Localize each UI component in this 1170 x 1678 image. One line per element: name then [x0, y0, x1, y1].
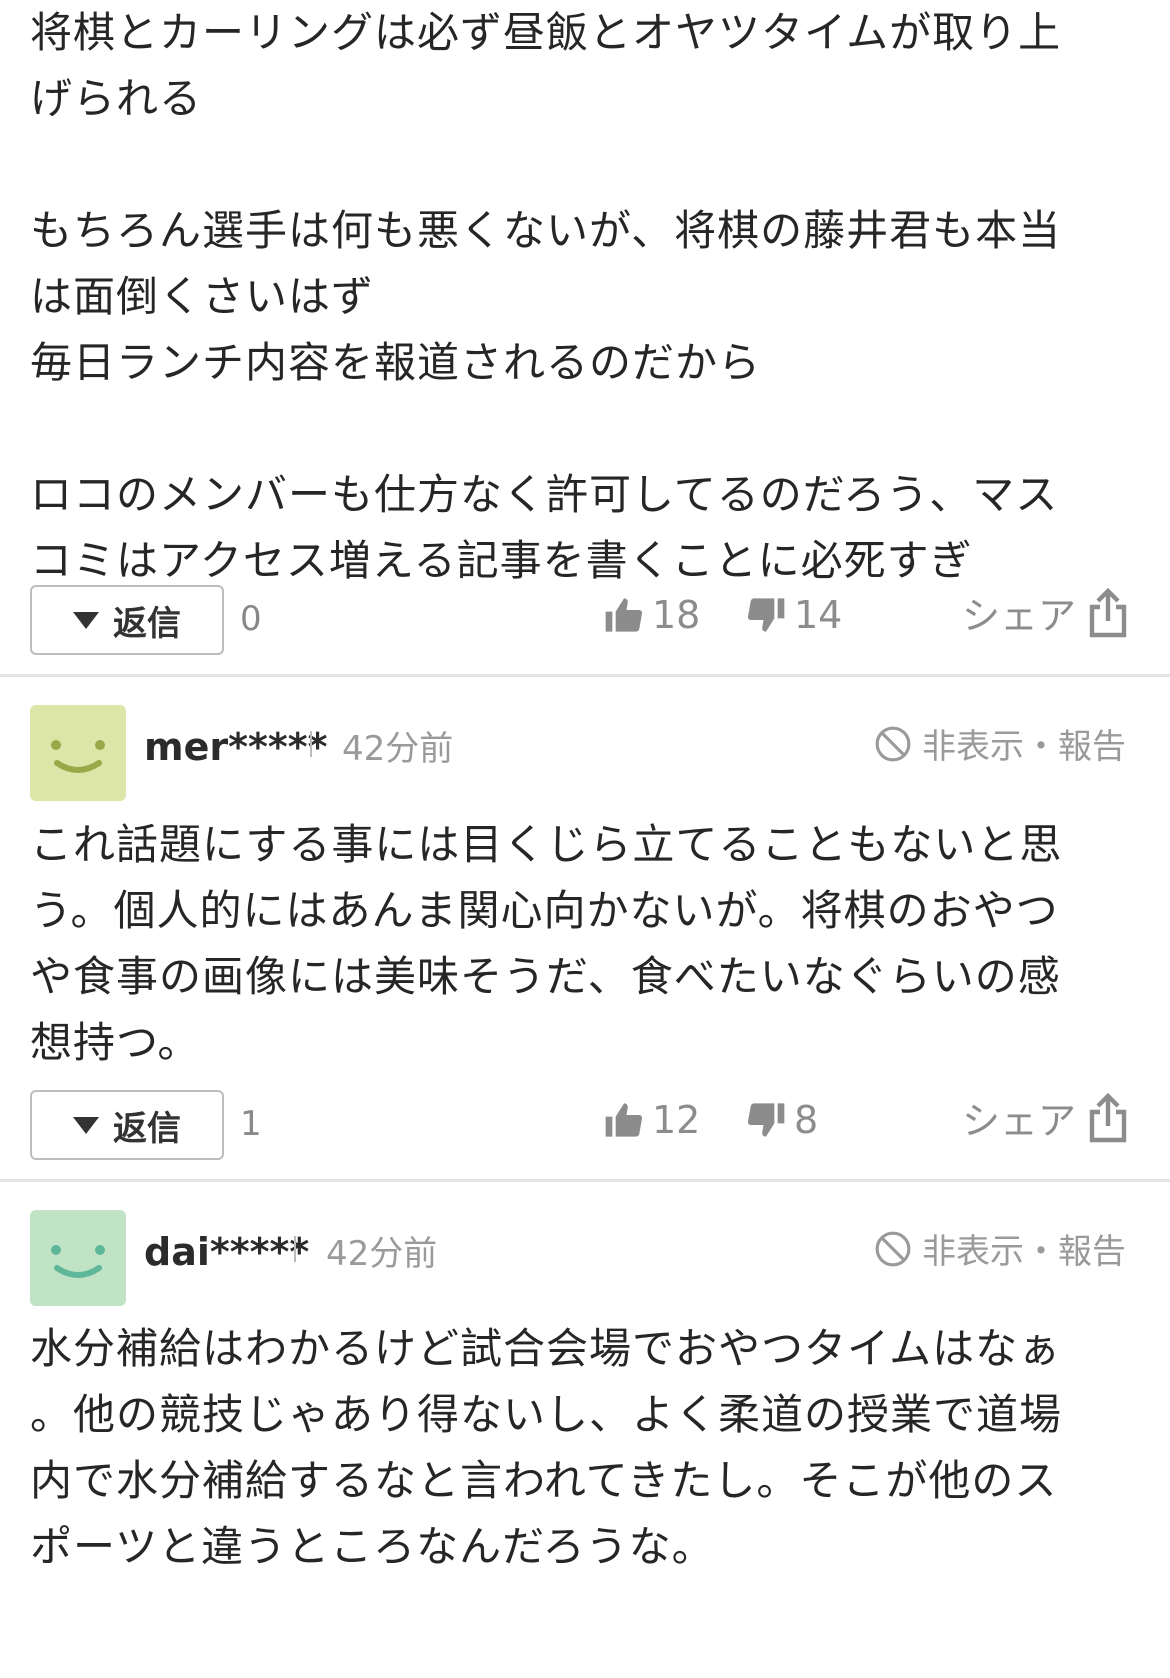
- hide-report-button[interactable]: 非表示・報告: [874, 1224, 1126, 1273]
- block-icon: [875, 726, 911, 761]
- comment-body: 水分補給はわかるけど試合会場でおやつタイムはなぁ 。他の競技じゃあり得ないし、よ…: [30, 1324, 1063, 1571]
- reply-count: 0: [240, 599, 262, 639]
- hide-report-label: 非表示・報告: [922, 727, 1126, 767]
- like-button[interactable]: 18: [604, 593, 700, 637]
- like-button[interactable]: 12: [604, 1098, 700, 1142]
- thumbs-down-icon: [747, 1103, 785, 1137]
- comment-body: 将棋とカーリングは必ず昼飯とオヤツタイムが取り上 げられる もちろん選手は何も悪…: [30, 8, 1062, 585]
- share-label: シェア: [961, 594, 1076, 638]
- separator: [310, 731, 312, 757]
- dislike-button[interactable]: 14: [746, 593, 842, 637]
- dislike-count: 8: [794, 1098, 819, 1142]
- hide-report-button[interactable]: 非表示・報告: [874, 719, 1126, 768]
- like-count: 18: [652, 593, 701, 637]
- hide-report-label: 非表示・報告: [922, 1232, 1126, 1272]
- thumbs-down-icon: [747, 598, 785, 632]
- avatar[interactable]: [30, 1210, 126, 1306]
- timestamp: 42分前: [326, 1234, 438, 1274]
- smiley-face-icon: [51, 1245, 105, 1278]
- comment-header: dai***** 42分前 非表示・報告: [30, 1210, 1140, 1306]
- share-icon: [1089, 587, 1127, 637]
- reply-count: 1: [240, 1104, 262, 1144]
- reply-button[interactable]: 返信: [30, 585, 224, 655]
- caret-down-icon: [73, 611, 99, 629]
- thumbs-up-icon: [605, 1103, 643, 1137]
- share-label: シェア: [961, 1099, 1076, 1143]
- share-button[interactable]: シェア: [962, 585, 1130, 640]
- share-button[interactable]: シェア: [962, 1090, 1130, 1145]
- username[interactable]: mer*****: [144, 725, 327, 769]
- thumbs-up-icon: [605, 598, 643, 632]
- comment-divider: [0, 1179, 1170, 1182]
- timestamp: 42分前: [342, 729, 454, 769]
- reply-button[interactable]: 返信: [30, 1090, 224, 1160]
- avatar[interactable]: [30, 705, 126, 801]
- comment-actions: 返信 1 12 8 シェア: [0, 1090, 1170, 1164]
- dislike-count: 14: [794, 593, 843, 637]
- like-count: 12: [652, 1098, 701, 1142]
- comment-actions: 返信 0 18 14 シェア: [0, 585, 1170, 659]
- reply-label: 返信: [113, 1108, 181, 1149]
- smiley-face-icon: [51, 740, 105, 773]
- comment-divider: [0, 674, 1170, 677]
- comment-header: mer***** 42分前 非表示・報告: [30, 705, 1140, 801]
- comment-feed: 将棋とカーリングは必ず昼飯とオヤツタイムが取り上 げられる もちろん選手は何も悪…: [0, 0, 1170, 1678]
- separator: [294, 1236, 296, 1262]
- comment-body: これ話題にする事には目くじら立てることもないと思 う。個人的にはあんま関心向かな…: [30, 820, 1063, 1067]
- share-icon: [1089, 1092, 1127, 1142]
- reply-label: 返信: [113, 603, 181, 644]
- block-icon: [875, 1231, 911, 1266]
- caret-down-icon: [73, 1116, 99, 1134]
- dislike-button[interactable]: 8: [746, 1098, 818, 1142]
- username[interactable]: dai*****: [144, 1230, 309, 1274]
